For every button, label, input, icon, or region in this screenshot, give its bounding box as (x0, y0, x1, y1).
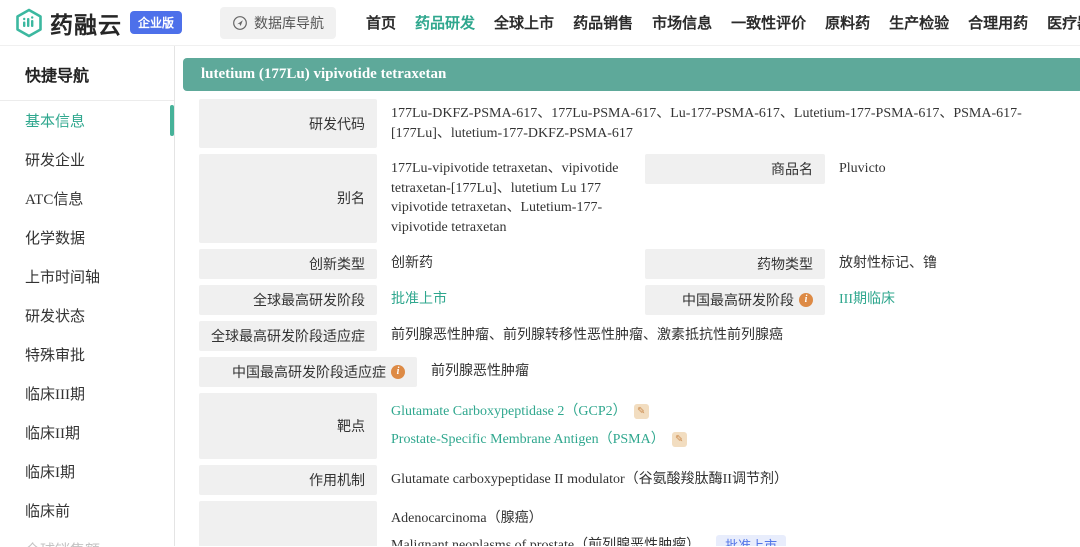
moa-value: Glutamate carboxypeptidase II modulator（… (391, 471, 788, 487)
dev-code-value: 177Lu-DKFZ-PSMA-617、177Lu-PSMA-617、Lu-17… (391, 106, 1022, 141)
row-label: 靶点 (337, 419, 365, 435)
tradename-value: Pluvicto (839, 161, 886, 177)
table-row-alias-tradename: 别名 177Lu-vipivotide tetraxetan、vipivotid… (199, 154, 1080, 243)
info-icon[interactable] (799, 292, 813, 307)
external-link-icon[interactable] (633, 404, 649, 420)
nav-item-api[interactable]: 原料药 (825, 12, 870, 33)
global-stage-indication-value: 前列腺恶性肿瘤、前列腺转移性恶性肿瘤、激素抵抗性前列腺癌 (391, 327, 783, 343)
nav-item-rational-use[interactable]: 合理用药 (968, 12, 1028, 33)
nav-item-medical-devices[interactable]: 医疗器械 (1047, 12, 1080, 33)
indication-text: Malignant neoplasms of prostate（前列腺恶性肿瘤） (391, 538, 701, 546)
global-stage-link[interactable]: 批准上市 (391, 290, 447, 310)
drug-info-table: 研发代码 177Lu-DKFZ-PSMA-617、177Lu-PSMA-617、… (199, 99, 1080, 546)
nav-item-consistency-eval[interactable]: 一致性评价 (731, 12, 806, 33)
sidebar-item-atc-info[interactable]: ATC信息 (0, 179, 174, 218)
status-badge: 批准上市 (716, 534, 787, 546)
app-logo[interactable]: 药融云 企业版 (14, 6, 183, 40)
table-row-stages: 全球最高研发阶段 批准上市 中国最高研发阶段 III期临床 (199, 284, 1080, 315)
table-row-global-stage-indication: 全球最高研发阶段适应症 前列腺恶性肿瘤、前列腺转移性恶性肿瘤、激素抵抗性前列腺癌 (199, 320, 1080, 351)
navigation-compass-icon (233, 15, 247, 30)
sidebar-item-launch-timeline[interactable]: 上市时间轴 (0, 257, 174, 296)
sidebar-item-global-sales[interactable]: 全球销售额 (0, 530, 174, 547)
sidebar-item-preclinical[interactable]: 临床前 (0, 491, 174, 530)
indication-item: Adenocarcinoma（腺癌） (391, 506, 830, 533)
row-label: 商品名 (771, 163, 813, 179)
nav-item-market-info[interactable]: 市场信息 (652, 12, 712, 33)
row-label: 创新类型 (309, 257, 365, 273)
alias-value: 177Lu-vipivotide tetraxetan、vipivotide t… (391, 161, 619, 235)
tradename-pair: 商品名 Pluvicto (645, 154, 886, 185)
innovation-type-pair: 创新类型 创新药 (199, 248, 645, 279)
sidebar-item-clinical-phase3[interactable]: 临床III期 (0, 374, 174, 413)
row-label: 作用机制 (309, 473, 365, 489)
sidebar-item-clinical-phase2[interactable]: 临床II期 (0, 413, 174, 452)
indication-text: Adenocarcinoma（腺癌） (391, 511, 543, 527)
nav-item-drug-rnd[interactable]: 药品研发 (415, 12, 475, 33)
database-nav-label: 数据库导航 (254, 14, 325, 31)
logo-hexagon-icon (16, 8, 42, 37)
drug-detail-panel: lutetium (177Lu) vipivotide tetraxetan 研… (175, 46, 1080, 546)
sidebar-item-chemical-data[interactable]: 化学数据 (0, 218, 174, 257)
global-stage-pair: 全球最高研发阶段 批准上市 (199, 284, 645, 315)
table-row-types: 创新类型 创新药 药物类型 放射性标记、镥 (199, 248, 1080, 279)
quick-nav-sidebar: 快捷导航 基本信息 研发企业 ATC信息 化学数据 上市时间轴 研发状态 特殊审… (0, 46, 175, 547)
china-stage-link[interactable]: III期临床 (839, 290, 895, 310)
row-label: 全球最高研发阶段适应症 (211, 329, 365, 345)
sidebar-item-basic-info[interactable]: 基本信息 (0, 101, 174, 140)
target-link-psma[interactable]: Prostate-Specific Membrane Antigen（PSMA） (391, 430, 665, 450)
row-label: 药物类型 (757, 257, 813, 273)
external-link-icon[interactable] (671, 432, 687, 448)
row-label: 中国最高研发阶段适应症 (232, 365, 386, 381)
row-label: 全球最高研发阶段 (253, 293, 365, 309)
china-stage-indication-value: 前列腺恶性肿瘤 (431, 363, 529, 379)
drug-title-bar: lutetium (177Lu) vipivotide tetraxetan (183, 58, 1080, 91)
table-row-target: 靶点 Glutamate Carboxypeptidase 2（GCP2） Pr… (199, 392, 1080, 459)
indication-item: Malignant neoplasms of prostate（前列腺恶性肿瘤）… (391, 533, 830, 546)
edition-badge: 企业版 (130, 11, 183, 34)
table-row-dev-code: 研发代码 177Lu-DKFZ-PSMA-617、177Lu-PSMA-617、… (199, 99, 1080, 149)
sidebar-item-rnd-companies[interactable]: 研发企业 (0, 140, 174, 179)
table-row-china-stage-indication: 中国最高研发阶段适应症 前列腺恶性肿瘤 (199, 356, 1080, 387)
nav-item-home[interactable]: 首页 (366, 12, 396, 33)
sidebar-item-rnd-status[interactable]: 研发状态 (0, 296, 174, 335)
database-nav-button[interactable]: 数据库导航 (220, 6, 337, 39)
top-navigation-bar: 药融云 企业版 数据库导航 首页 药品研发 全球上市 药品销售 市场信息 一致性… (0, 0, 1080, 46)
target-link-gcp2[interactable]: Glutamate Carboxypeptidase 2（GCP2） (391, 402, 627, 422)
target-item: Glutamate Carboxypeptidase 2（GCP2） (391, 398, 687, 426)
main-nav: 首页 药品研发 全球上市 药品销售 市场信息 一致性评价 原料药 生产检验 合理… (366, 12, 1080, 33)
row-label: 中国最高研发阶段 (682, 293, 794, 309)
nav-item-production-inspection[interactable]: 生产检验 (889, 12, 949, 33)
innovation-type-value: 创新药 (391, 255, 433, 271)
brand-name: 药融云 (50, 11, 122, 38)
nav-item-drug-sales[interactable]: 药品销售 (573, 12, 633, 33)
drug-type-pair: 药物类型 放射性标记、镥 (645, 248, 937, 279)
info-icon[interactable] (391, 364, 405, 379)
target-item: Prostate-Specific Membrane Antigen（PSMA） (391, 426, 687, 454)
sidebar-item-special-approval[interactable]: 特殊审批 (0, 335, 174, 374)
row-label: 研发代码 (309, 117, 365, 133)
nav-item-global-launch[interactable]: 全球上市 (494, 12, 554, 33)
row-label: 别名 (337, 192, 365, 208)
sidebar-item-clinical-phase1[interactable]: 临床I期 (0, 452, 174, 491)
sidebar-title: 快捷导航 (0, 46, 174, 101)
table-row-indications: 适应症 Adenocarcinoma（腺癌） Malignant neoplas… (199, 500, 1080, 546)
table-row-moa: 作用机制 Glutamate carboxypeptidase II modul… (199, 464, 1080, 495)
alias-pair: 别名 177Lu-vipivotide tetraxetan、vipivotid… (199, 154, 645, 243)
china-stage-pair: 中国最高研发阶段 III期临床 (645, 284, 895, 315)
drug-type-value: 放射性标记、镥 (839, 255, 937, 271)
